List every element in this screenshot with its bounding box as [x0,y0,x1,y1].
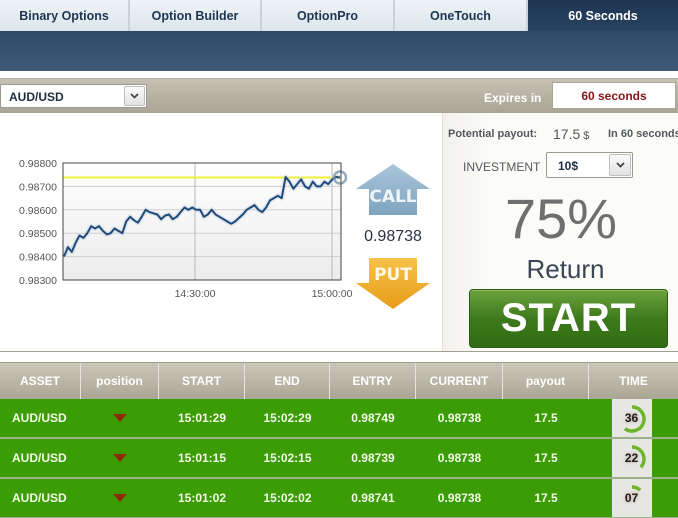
put-position-icon [113,414,127,422]
current-price: 0.98738 [364,228,422,245]
tab-binary-options[interactable]: Binary Options [0,0,130,31]
table-row[interactable]: AUD/USD 15:01:02 15:02:02 0.98741 0.98738 17.… [0,479,678,518]
asset-select-dropdown-button[interactable] [124,86,145,106]
put-position-icon [113,494,127,502]
put-arrow-down-icon: PUT [356,258,430,309]
y-tick-label: 0.98500 [19,228,57,240]
product-tabs: Binary Options Option Builder OptionPro … [0,0,678,31]
payout-currency: $ [583,130,590,142]
call-label: CALL [369,187,416,207]
cell-current: 0.98738 [437,451,482,465]
call-arrow-up-icon: CALL [356,164,430,215]
section-divider [0,351,678,352]
tab-optionpro[interactable]: OptionPro [262,0,395,31]
asset-select-value: AUD/USD [9,90,64,104]
return-percentage: 75% [504,187,618,250]
trade-panel: Potential payout: 17.5 $ In 60 seconds IN… [442,113,678,351]
expires-label: Expires in [484,91,542,105]
payout-value: 17.5 $ [553,126,589,142]
cell-end: 15:02:02 [263,491,312,505]
cell-entry: 0.98741 [351,491,395,505]
y-tick-label: 0.98400 [19,252,57,264]
cell-payout: 17.5 [534,491,558,505]
price-chart-area: 0.98800 0.98700 0.98600 0.98500 0.98400 0.983… [0,113,442,351]
cell-asset: AUD/USD [12,451,67,465]
countdown-seconds: 07 [624,491,639,505]
y-tick-label: 0.98800 [19,158,57,170]
tab-60-seconds[interactable]: 60 Seconds [528,0,678,31]
investment-select[interactable]: 10$ [546,152,633,178]
call-button[interactable]: CALL [355,163,431,217]
trade-toolbar: AUD/USD Expires in 60 seconds [0,78,678,113]
investment-dropdown-button[interactable] [609,154,631,176]
y-tick-label: 0.98300 [19,275,57,287]
cell-asset: AUD/USD [12,491,67,505]
header-position: position [81,363,159,399]
start-label: START [500,296,637,340]
asset-select[interactable]: AUD/USD [0,84,147,108]
cell-payout: 17.5 [534,451,558,465]
cell-current: 0.98738 [437,411,482,425]
tab-label: Binary Options [19,8,109,23]
start-button[interactable]: START [469,289,668,348]
investment-value: 10$ [558,159,579,173]
tab-label: OptionPro [296,8,359,23]
cell-position [81,439,159,477]
tab-label: OneTouch [430,8,491,23]
open-positions-table: ASSET position START END ENTRY CURRENT p… [0,362,678,518]
cell-time: 07 [589,479,678,517]
investment-label: INVESTMENT [463,160,541,174]
header-entry: ENTRY [330,363,416,399]
tab-option-builder[interactable]: Option Builder [130,0,262,31]
chevron-down-icon [615,162,625,168]
chevron-down-icon [130,93,139,99]
cell-payout: 17.5 [534,411,558,425]
cell-current: 0.98738 [437,491,482,505]
cell-end: 15:02:29 [263,411,312,425]
payout-time: In 60 seconds [608,128,678,140]
countdown-seconds: 22 [624,451,639,465]
header-end: END [245,363,330,399]
put-button[interactable]: PUT [355,256,431,310]
table-body: AUD/USD 15:01:29 15:02:29 0.98749 0.98738 17.… [0,399,678,518]
cell-start: 15:01:02 [177,491,227,505]
x-tick-label: 15:00:00 [312,288,353,300]
cell-time: 36 [589,399,678,437]
tab-onetouch[interactable]: OneTouch [395,0,528,31]
return-label: Return [526,254,605,284]
cell-start: 15:01:15 [177,451,227,465]
y-tick-label: 0.98600 [19,205,57,217]
cell-position [81,399,159,437]
x-tick-label: 14:30:00 [175,288,216,300]
header-time: TIME [619,374,648,388]
cell-asset: AUD/USD [12,411,67,425]
y-tick-label: 0.98700 [19,181,57,193]
banner-spacer [0,71,678,78]
header-payout: payout [503,363,589,399]
table-header: ASSET position START END ENTRY CURRENT p… [0,362,678,399]
put-label: PUT [374,265,412,285]
sixty-seconds-trading-app: Binary Options Option Builder OptionPro … [0,0,678,518]
header-current: CURRENT [416,363,503,399]
put-position-icon [113,454,127,462]
tab-label: 60 Seconds [568,8,638,23]
table-row[interactable]: AUD/USD 15:01:15 15:02:15 0.98739 0.98738 17.… [0,439,678,479]
cell-start: 15:01:29 [177,411,227,425]
cell-time: 22 [589,439,678,477]
cell-entry: 0.98749 [351,411,395,425]
expiry-select[interactable]: 60 seconds [552,82,676,109]
expiry-value: 60 seconds [581,88,647,103]
table-row[interactable]: AUD/USD 15:01:29 15:02:29 0.98749 0.98738 17.… [0,399,678,439]
cell-entry: 0.98739 [351,451,395,465]
payout-amount: 17.5 [553,126,581,142]
cell-end: 15:02:15 [263,451,312,465]
header-start: START [159,363,245,399]
payout-label: Potential payout: [448,128,538,140]
tab-label: Option Builder [151,8,239,23]
header-banner [0,31,678,71]
header-asset: ASSET [0,363,81,399]
countdown-seconds: 36 [624,411,639,425]
cell-position [81,479,159,517]
